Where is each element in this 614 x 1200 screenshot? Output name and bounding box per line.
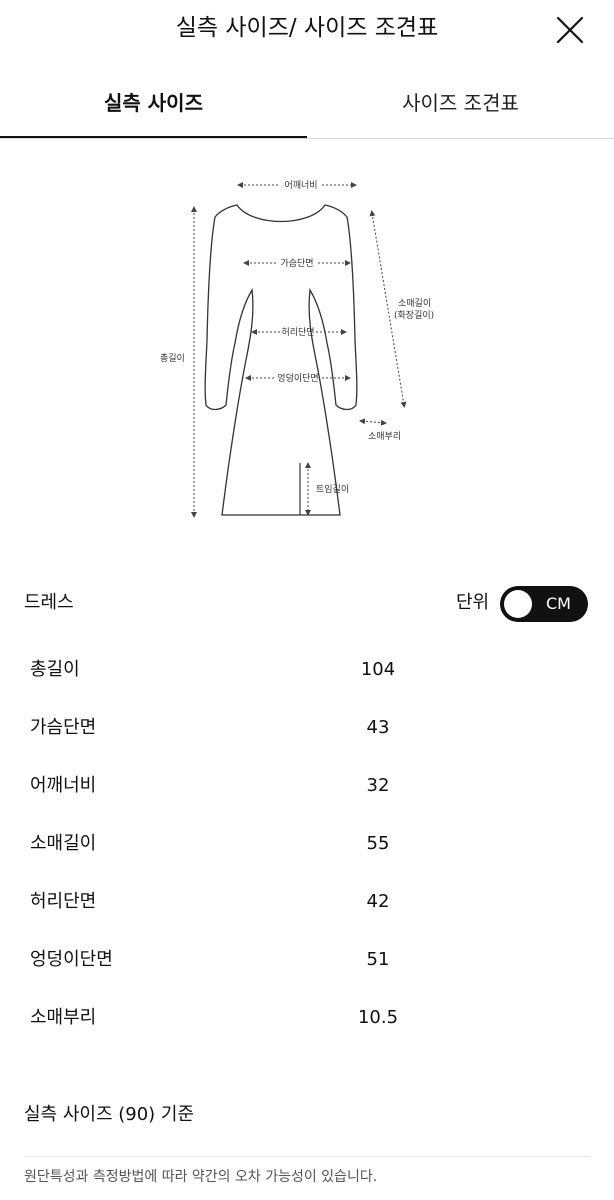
page-title: 실측 사이즈/ 사이즈 조견표 [175, 15, 439, 41]
divider [24, 1156, 590, 1157]
header: 실측 사이즈/ 사이즈 조견표 [0, 0, 614, 62]
tab-size-chart[interactable]: 사이즈 조견표 [307, 70, 614, 137]
measurement-label: 소매부리 [30, 1007, 97, 1028]
tolerance-notice: 원단특성과 측정방법에 따라 약간의 오차 가능성이 있습니다. [24, 1169, 378, 1185]
measurement-label: 허리단면 [30, 891, 97, 912]
measurement-label: 가슴단면 [30, 717, 97, 738]
measurement-value: 43 [366, 717, 390, 738]
measurement-label: 어깨너비 [30, 775, 97, 796]
tab-actual-size[interactable]: 실측 사이즈 [0, 70, 307, 138]
measurement-value: 32 [366, 775, 390, 796]
product-header: 드레스 단위 CM [0, 580, 614, 628]
measurement-label: 총길이 [30, 659, 80, 680]
measurement-row: 소매부리 10.5 [0, 998, 614, 1038]
measurement-row: 어깨너비 32 [0, 766, 614, 806]
dress-outline [204, 204, 358, 516]
diagram-label-total-length: 총길이 [160, 353, 185, 364]
unit-toggle[interactable]: CM [500, 586, 588, 622]
measurement-row: 허리단면 42 [0, 882, 614, 922]
measurement-value: 55 [366, 833, 390, 854]
measurement-row: 총길이 104 [0, 650, 614, 690]
diagram-label-chest: 가슴단면 [280, 258, 313, 269]
diagram-label-sleeve-length-sub: (화장길이) [394, 310, 434, 321]
size-basis-text: 실측 사이즈 (90) 기준 [24, 1104, 195, 1125]
dress-measurement-diagram: 어깨너비 가슴단면 허리단면 엉덩이단면 총길이 소매길이 (화장길이) 소매부… [140, 165, 470, 535]
close-icon[interactable] [552, 12, 588, 48]
measurement-row: 소매길이 55 [0, 824, 614, 864]
toggle-knob [504, 590, 532, 618]
diagram-label-waist: 허리단면 [281, 327, 314, 338]
diagram-label-sleeve-length: 소매길이 [398, 298, 431, 309]
diagram-label-slit-length: 트임길이 [316, 483, 349, 495]
measurement-value: 51 [366, 949, 390, 970]
diagram-label-hip: 엉덩이단면 [277, 372, 318, 384]
measurement-label: 엉덩이단면 [30, 949, 113, 970]
tab-bar: 실측 사이즈 사이즈 조견표 [0, 70, 614, 139]
unit-label: 단위 [456, 592, 490, 613]
close-button[interactable] [552, 12, 588, 48]
measurement-row: 엉덩이단면 51 [0, 940, 614, 980]
diagram-label-shoulder: 어깨너비 [284, 179, 317, 191]
unit-value: CM [546, 594, 571, 613]
measurement-label: 소매길이 [30, 833, 97, 854]
measurement-value: 10.5 [357, 1007, 399, 1028]
measurement-value: 104 [360, 659, 396, 680]
measurement-value: 42 [366, 891, 390, 912]
product-name: 드레스 [24, 592, 74, 613]
measurement-row: 가슴단면 43 [0, 708, 614, 748]
diagram-label-sleeve-cuff: 소매부리 [368, 431, 401, 442]
